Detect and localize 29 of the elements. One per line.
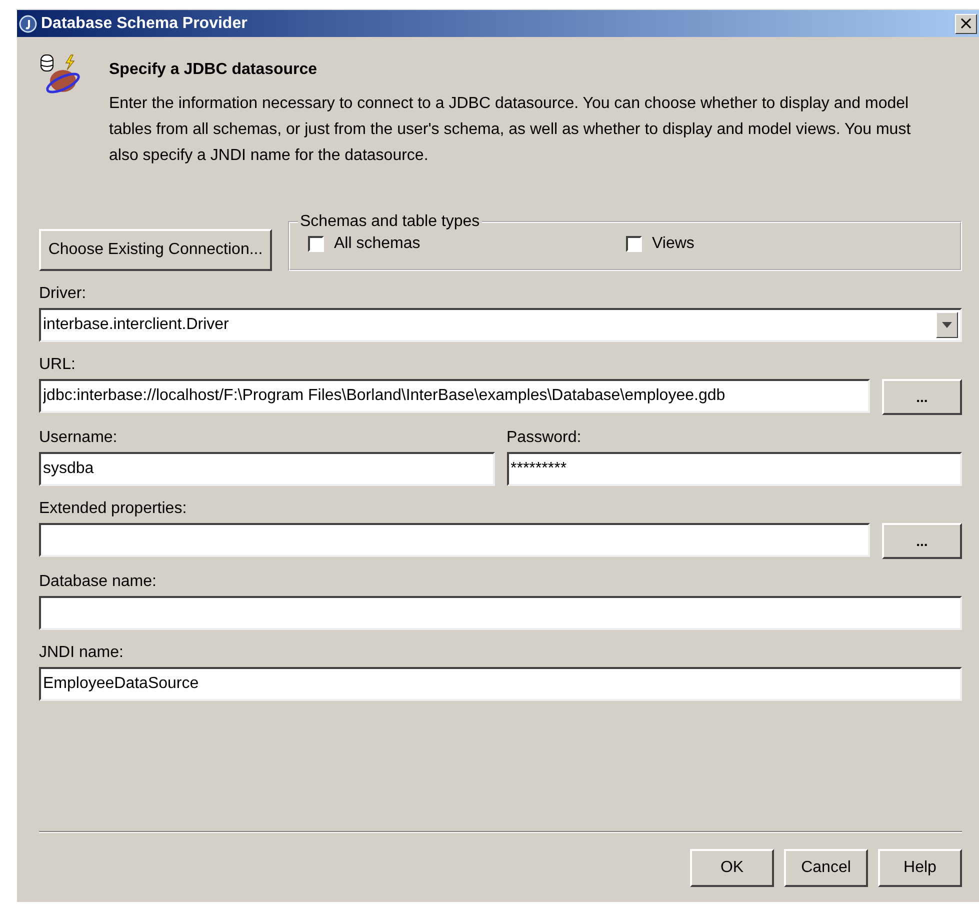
field-label: JNDI name:: [39, 644, 124, 662]
checkbox[interactable]: [626, 236, 642, 252]
database-name-field[interactable]: [39, 596, 962, 630]
checkbox[interactable]: [308, 236, 324, 252]
group-title: Schemas and table types: [299, 213, 481, 231]
browse-button[interactable]: ...: [882, 379, 962, 415]
dialog-button[interactable]: Help: [878, 849, 962, 887]
password-field[interactable]: *********: [506, 452, 962, 486]
field-label: URL:: [39, 356, 76, 374]
choose-connection-button[interactable]: Choose Existing Connection...: [39, 229, 272, 271]
description-text: Enter the information necessary to connect to a JDBC datasource. You can choose whether to display and model tables from all schemas, or just from the user's schema, as well as whether to display and model views. You must also specify a JNDI name for the datasource.: [109, 94, 912, 166]
checkbox-option[interactable]: All schemas: [308, 235, 626, 253]
driver-dropdown[interactable]: interbase.interclient.Driver: [39, 308, 962, 342]
field-label: Password:: [506, 429, 582, 447]
extended-properties-field[interactable]: [39, 523, 870, 557]
jndi-name-field[interactable]: EmployeeDataSource: [39, 667, 962, 701]
section-heading: Specify a JDBC datasource: [109, 61, 318, 79]
dialog-button[interactable]: OK: [690, 849, 774, 887]
checkbox-option[interactable]: Views: [626, 235, 944, 253]
field-label: Driver:: [39, 285, 88, 303]
username-field[interactable]: sysdba: [39, 452, 494, 486]
field-label: Username:: [39, 429, 118, 447]
app-icon: [19, 14, 37, 32]
browse-button[interactable]: ...: [882, 523, 962, 559]
field-label: Database name:: [39, 573, 158, 591]
dialog-button[interactable]: Cancel: [784, 849, 868, 887]
window-title: Database Schema Provider: [41, 14, 248, 32]
field-label: Extended properties:: [39, 500, 188, 518]
close-button[interactable]: ×: [955, 14, 977, 34]
